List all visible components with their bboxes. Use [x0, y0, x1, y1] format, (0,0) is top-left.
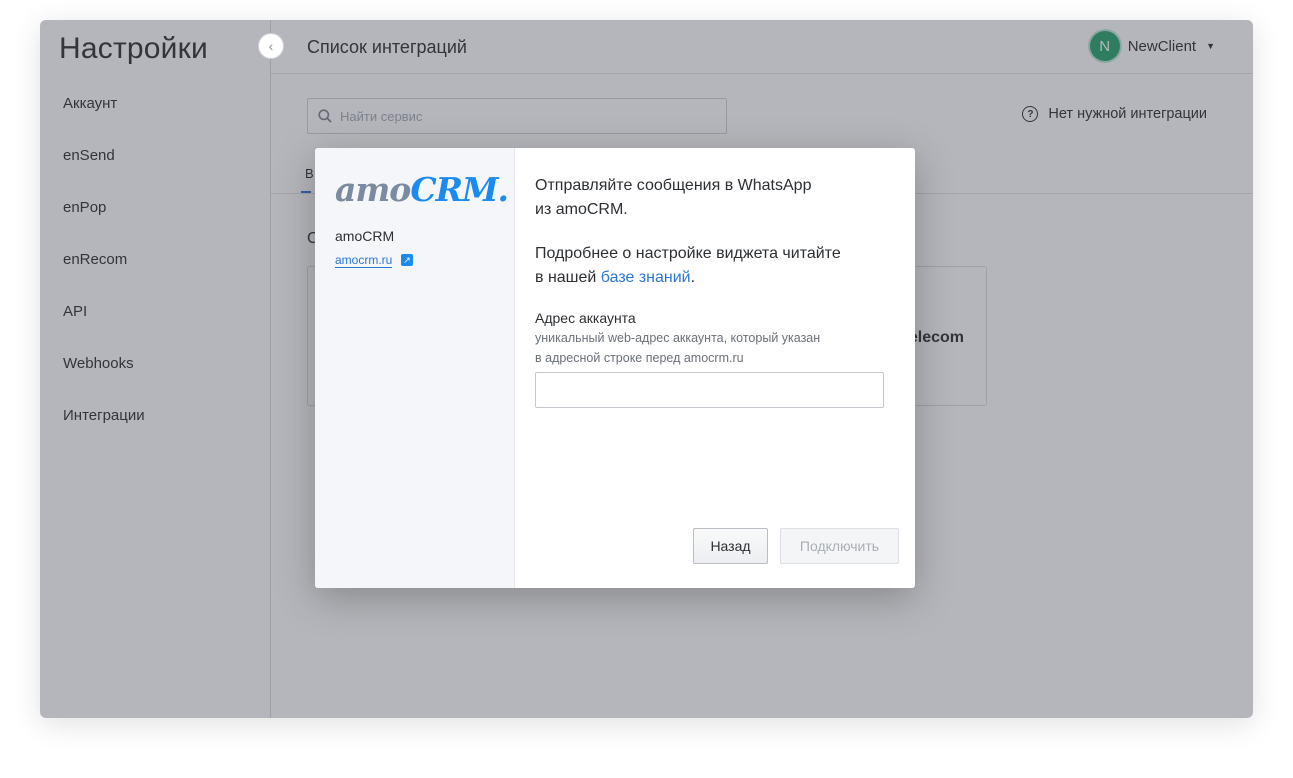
more-info-text: Подробнее о настройке виджета читайте в … [535, 245, 841, 286]
account-address-label: Адрес аккаунта [535, 310, 636, 326]
chevron-left-icon: ‹ [268, 38, 274, 54]
knowledge-base-link[interactable]: базе знаний [601, 269, 691, 286]
modal-sidebar: amoCRM. amoCRM amocrm.ru ↗ [315, 148, 515, 588]
service-name: amoCRM [335, 228, 395, 244]
amocrm-logo: amoCRM. [335, 170, 509, 209]
modal-description: Отправляйте сообщения в WhatsApp из amoC… [535, 177, 812, 218]
external-link-icon[interactable]: ↗ [401, 254, 413, 266]
back-button[interactable]: Назад [693, 528, 768, 564]
account-address-hint: уникальный web-адрес аккаунта, который у… [535, 331, 821, 365]
connect-button[interactable]: Подключить [780, 528, 899, 564]
account-address-input[interactable] [535, 372, 884, 408]
collapse-sidebar-button[interactable]: ‹ [258, 33, 284, 59]
service-link[interactable]: amocrm.ru [335, 253, 393, 268]
modal-body: Отправляйте сообщения в WhatsApp из amoC… [515, 148, 915, 588]
integration-modal: amoCRM. amoCRM amocrm.ru ↗ Отправляйте с… [315, 148, 915, 588]
